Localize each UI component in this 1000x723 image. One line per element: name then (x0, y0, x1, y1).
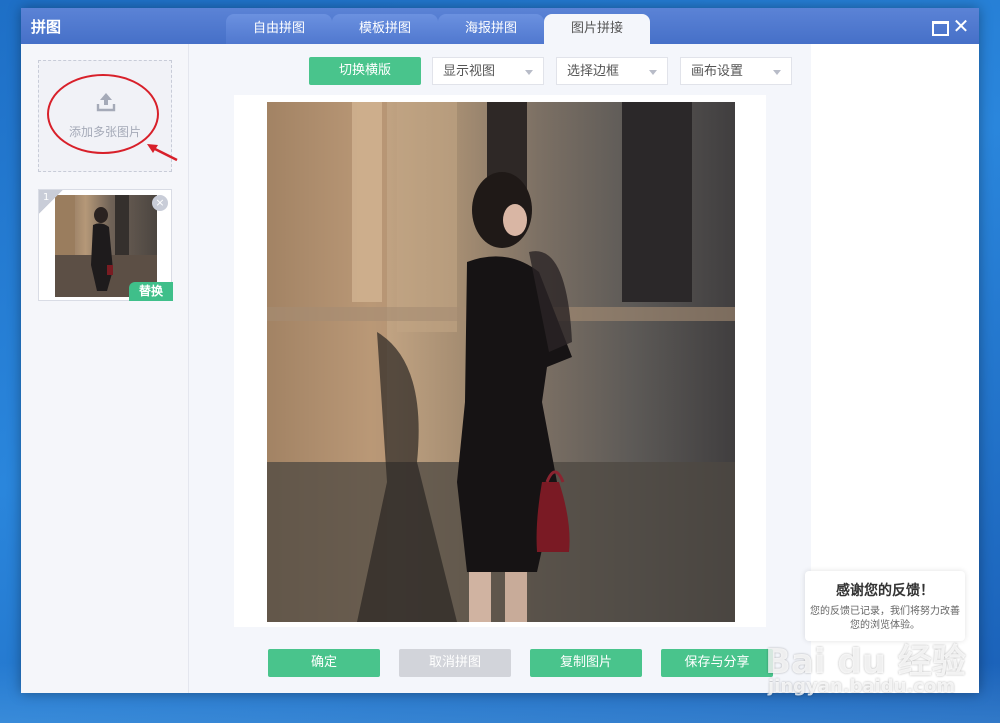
chevron-down-icon (649, 70, 657, 75)
tab-image-stitch[interactable]: 图片拼接 (544, 14, 650, 44)
feedback-title: 感谢您的反馈！ (836, 583, 934, 599)
save-share-button[interactable]: 保存与分享 (661, 649, 773, 677)
tab-template-collage[interactable]: 模板拼图 (332, 14, 438, 44)
image-sidebar: 添加多张图片 1 × 替换 (21, 44, 189, 693)
canvas-settings-label: 画布设置 (691, 64, 744, 79)
image-thumbnail-card[interactable]: 1 × 替换 (38, 189, 173, 301)
editor-area: 切换横版 显示视图 选择边框 画布设置 确定 取消拼图 复制图片 保存与分享 (189, 44, 811, 693)
chevron-down-icon (773, 70, 781, 75)
watermark-url: jingyan.baidu.com (768, 676, 956, 697)
view-dropdown-label: 显示视图 (443, 64, 496, 79)
maximize-icon[interactable] (929, 16, 949, 36)
border-dropdown-label: 选择边框 (567, 64, 620, 79)
title-bar: 拼图 自由拼图 模板拼图 海报拼图 图片拼接 ✕ (21, 8, 979, 44)
remove-thumbnail-icon[interactable]: × (152, 195, 168, 211)
copy-image-button[interactable]: 复制图片 (530, 649, 642, 677)
view-dropdown[interactable]: 显示视图 (432, 57, 544, 85)
border-dropdown[interactable]: 选择边框 (556, 57, 668, 85)
feedback-text: 您的反馈已记录，我们将努力改善您的浏览体验。 (810, 606, 960, 631)
tab-poster-collage[interactable]: 海报拼图 (438, 14, 544, 44)
chevron-down-icon (525, 70, 533, 75)
replace-button[interactable]: 替换 (129, 282, 173, 301)
canvas-settings-dropdown[interactable]: 画布设置 (680, 57, 792, 85)
app-title: 拼图 (31, 18, 62, 36)
feedback-toast: 感谢您的反馈！ 您的反馈已记录，我们将努力改善您的浏览体验。 (805, 571, 965, 641)
confirm-button[interactable]: 确定 (268, 649, 380, 677)
annotation-arrow-icon (147, 144, 178, 162)
cancel-collage-button[interactable]: 取消拼图 (399, 649, 511, 677)
switch-landscape-button[interactable]: 切换横版 (309, 57, 421, 85)
baidu-watermark: Bai du 经验 jingyan.baidu.com (765, 634, 995, 704)
thumbnail-index: 1 (39, 190, 63, 214)
tab-free-collage[interactable]: 自由拼图 (226, 14, 332, 44)
collage-canvas[interactable] (234, 95, 766, 627)
close-icon[interactable]: ✕ (951, 16, 971, 36)
collage-photo[interactable] (267, 102, 735, 622)
